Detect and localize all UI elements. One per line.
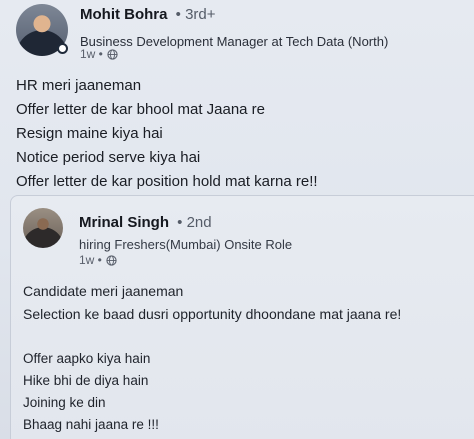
- globe-icon: [106, 254, 117, 266]
- author-name-line: Mohit Bohra • 3rd+: [80, 6, 216, 23]
- post-line: Offer letter de kar bhool mat Jaana re: [16, 101, 266, 118]
- feed-screen: Mohit Bohra • 3rd+ Business Development …: [0, 0, 474, 439]
- author-name[interactable]: Mohit Bohra: [80, 6, 168, 23]
- reshare-line: Offer aapko kiya hain: [23, 351, 151, 366]
- reshare-post-meta: 1w •: [79, 253, 117, 267]
- reshare-line: Hike bhi de diya hain: [23, 373, 149, 388]
- reshare-timestamp: 1w •: [79, 253, 102, 267]
- globe-icon: [107, 48, 118, 60]
- post-line: HR meri jaaneman: [16, 77, 142, 94]
- connection-degree: • 3rd+: [175, 6, 216, 23]
- reshare-line: Bhaag nahi jaana re !!!: [23, 417, 159, 432]
- post-line: Resign maine kiya hai: [16, 125, 163, 142]
- reshared-post-card[interactable]: Mrinal Singh • 2nd hiring Freshers(Mumba…: [10, 195, 474, 439]
- reshare-connection-degree: • 2nd: [177, 214, 212, 231]
- reshare-author-headline: hiring Freshers(Mumbai) Onsite Role: [79, 237, 293, 252]
- reshare-line: Candidate meri jaaneman: [23, 283, 184, 299]
- stanza-break: [23, 326, 401, 348]
- reshare-author-name[interactable]: Mrinal Singh: [79, 214, 169, 231]
- reshare-line: Selection ke baad dusri opportunity dhoo…: [23, 306, 402, 322]
- reshare-author-name-line: Mrinal Singh • 2nd: [79, 214, 212, 231]
- reshare-author-avatar[interactable]: [23, 208, 63, 248]
- reshare-line: Joining ke din: [23, 395, 106, 410]
- reshare-stanza: Offer aapko kiya hain Hike bhi de diya h…: [23, 348, 401, 436]
- presence-status-icon: [57, 43, 68, 54]
- post-line: Offer letter de kar position hold mat ka…: [16, 173, 318, 190]
- author-headline: Business Development Manager at Tech Dat…: [80, 34, 389, 49]
- reshare-body: Candidate meri jaaneman Selection ke baa…: [23, 280, 401, 436]
- post-line: Notice period serve kiya hai: [16, 149, 201, 166]
- post-body: HR meri jaaneman Offer letter de kar bho…: [16, 74, 318, 194]
- post-timestamp: 1w •: [80, 47, 103, 61]
- post-meta: 1w •: [80, 47, 118, 61]
